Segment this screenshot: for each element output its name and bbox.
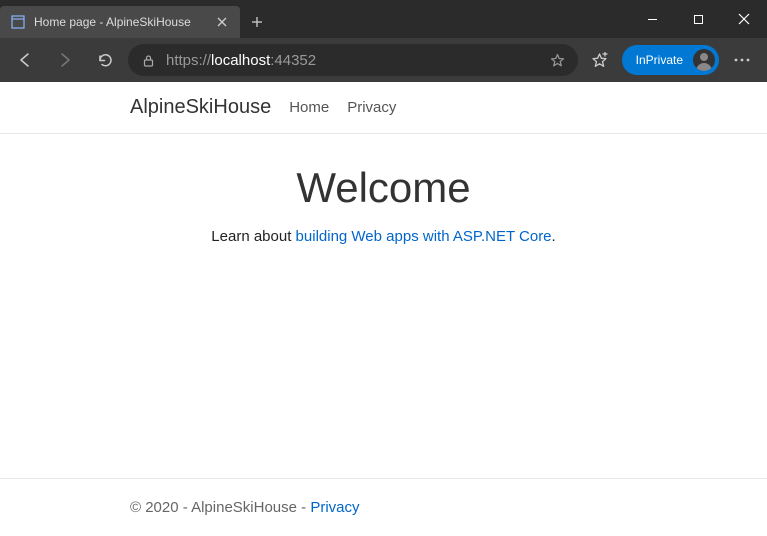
close-window-button[interactable] [721,4,767,34]
footer-privacy-link[interactable]: Privacy [310,499,359,516]
tab-title: Home page - AlpineSkiHouse [34,15,206,29]
url-host: localhost [211,52,270,69]
inprivate-label: InPrivate [636,53,683,67]
new-tab-button[interactable] [240,6,274,38]
titlebar: Home page - AlpineSkiHouse [0,0,767,38]
profile-icon [693,49,715,71]
learn-period: . [552,228,556,245]
favorite-icon[interactable] [550,52,566,68]
site-navbar: AlpineSkiHouse Home Privacy [0,82,767,134]
nav-privacy[interactable]: Privacy [347,99,396,116]
inprivate-badge[interactable]: InPrivate [622,45,719,75]
refresh-button[interactable] [88,43,122,77]
url-port: :44352 [270,52,316,69]
window-controls [629,0,767,38]
learn-prefix: Learn about [211,228,295,245]
back-button[interactable] [8,43,42,77]
page-icon [10,14,26,30]
page-heading: Welcome [296,164,470,212]
url-text: https://localhost:44352 [166,52,540,69]
learn-text: Learn about building Web apps with ASP.N… [211,228,555,245]
page-content: AlpineSkiHouse Home Privacy Welcome Lear… [0,82,767,536]
lock-icon [140,52,156,68]
tab-close-button[interactable] [214,14,230,30]
nav-home[interactable]: Home [289,99,329,116]
minimize-button[interactable] [629,4,675,34]
browser-toolbar: https://localhost:44352 InPrivate [0,38,767,82]
browser-tab[interactable]: Home page - AlpineSkiHouse [0,6,240,38]
forward-button[interactable] [48,43,82,77]
footer-text: © 2020 - AlpineSkiHouse - [130,499,310,516]
settings-menu-button[interactable] [725,43,759,77]
brand-link[interactable]: AlpineSkiHouse [130,96,271,119]
titlebar-spacer [274,0,629,38]
main-area: Welcome Learn about building Web apps wi… [0,134,767,478]
maximize-button[interactable] [675,4,721,34]
address-bar[interactable]: https://localhost:44352 [128,44,578,76]
url-scheme: https:// [166,52,211,69]
footer: © 2020 - AlpineSkiHouse - Privacy [0,478,767,536]
favorites-button[interactable] [584,44,616,76]
learn-link[interactable]: building Web apps with ASP.NET Core [296,228,552,245]
